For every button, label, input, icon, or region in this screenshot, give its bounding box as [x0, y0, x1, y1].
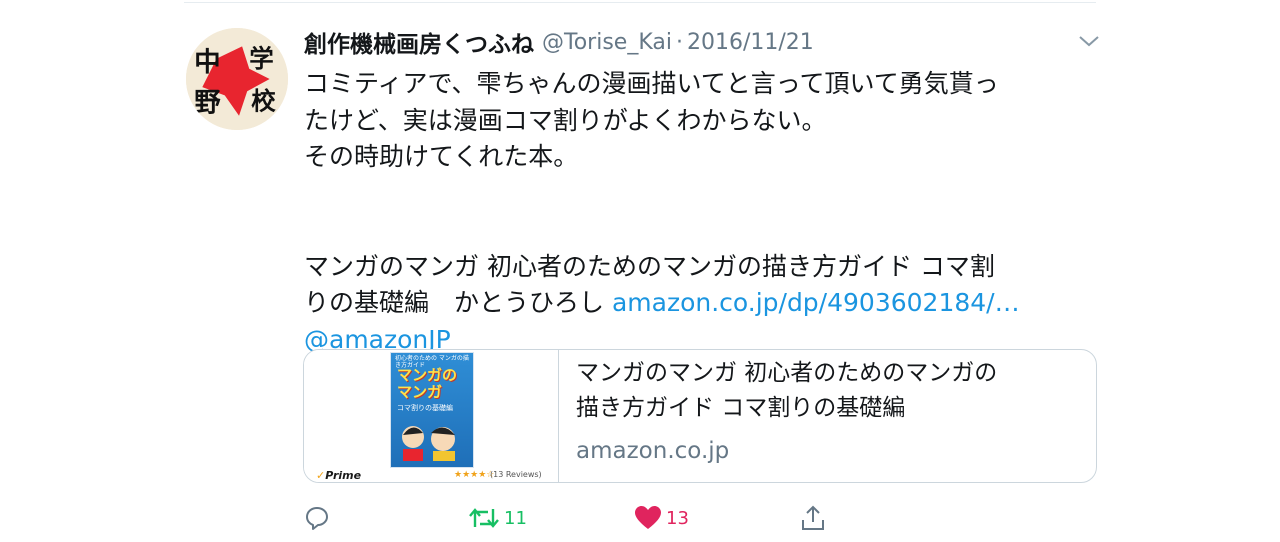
book-cover-subtitle: コマ割りの基礎編 — [397, 404, 453, 412]
card-title: マンガのマンガ 初心者のためのマンガの 描き方ガイド コマ割りの基礎編 — [576, 356, 1076, 426]
user-handle[interactable]: @Torise_Kai — [542, 30, 672, 55]
card-text: マンガのマンガ 初心者のためのマンガの 描き方ガイド コマ割りの基礎編 amaz… — [576, 356, 1076, 464]
heart-icon — [635, 506, 661, 529]
avatar-char-4: 校 — [251, 87, 276, 116]
book-cover-art — [402, 426, 455, 461]
avatar-char-3: 学 — [249, 44, 273, 73]
reply-icon — [306, 507, 328, 530]
body-book-line-2: りの基礎編 かとうひろし amazon.co.jp/dp/4903602184/… — [304, 285, 1094, 322]
retweet-icon — [469, 508, 499, 528]
avatar-char-1: 中 — [194, 47, 221, 78]
body-line-2: たけど、実は漫画コマ割りがよくわからない。 — [304, 105, 827, 135]
card-title-line-1: マンガのマンガ 初心者のためのマンガの — [576, 360, 998, 386]
display-name[interactable]: 創作機械画房くつふね — [304, 25, 534, 59]
top-divider — [184, 2, 1096, 3]
card-domain: amazon.co.jp — [576, 438, 730, 464]
like-button[interactable]: 13 — [634, 502, 689, 534]
prime-badge: ✓Prime — [316, 469, 361, 482]
book-cover-title: マンガの マンガ — [397, 367, 457, 401]
avatar-char-2: 野 — [194, 88, 221, 119]
amazon-link[interactable]: amazon.co.jp/dp/4903602184/… — [612, 288, 1020, 317]
review-count: (13 Reviews) — [490, 470, 542, 479]
body-line-1: コミティアで、雫ちゃんの漫画描いてと言って頂いて勇気貰っ — [304, 69, 999, 98]
card-title-line-2: 描き方ガイド コマ割りの基礎編 — [576, 395, 906, 421]
book-cover: 初心者のための マンガの描き方ガイド マンガの マンガ コマ割りの基礎編 — [390, 352, 474, 468]
card-image: 初心者のための マンガの描き方ガイド マンガの マンガ コマ割りの基礎編 ✓Pr… — [304, 350, 559, 482]
separator-dot: · — [675, 29, 683, 55]
body-book-line-1: マンガのマンガ 初心者のためのマンガの描き方ガイド コマ割 — [304, 251, 995, 281]
prime-check-icon: ✓ — [316, 469, 326, 482]
like-count: 13 — [666, 507, 689, 529]
body-line-3: その時助けてくれた本。 — [304, 142, 579, 171]
tweet-header: 創作機械画房くつふね @Torise_Kai · 2016/11/21 — [304, 22, 814, 62]
avatar[interactable]: 中 野 学 校 — [186, 28, 288, 130]
tweet-body: コミティアで、雫ちゃんの漫画描いてと言って頂いて勇気貰っ たけど、実は漫画コマ割… — [304, 66, 1094, 358]
share-icon — [802, 505, 824, 530]
avatar-image: 中 野 学 校 — [186, 28, 288, 130]
prime-label: Prime — [325, 469, 362, 482]
tweet-actions: 11 13 — [304, 502, 844, 534]
tweet-date[interactable]: 2016/11/21 — [687, 30, 814, 55]
book-cover-title-1: マンガの — [397, 366, 458, 384]
share-button[interactable] — [800, 502, 826, 534]
rating-stars: ★★★★☆ — [454, 470, 495, 480]
book-cover-title-2: マンガ — [397, 383, 443, 401]
link-card[interactable]: 初心者のための マンガの描き方ガイド マンガの マンガ コマ割りの基礎編 ✓Pr… — [303, 349, 1097, 483]
retweet-count: 11 — [504, 507, 527, 529]
retweet-button[interactable]: 11 — [468, 502, 527, 534]
chevron-down-icon[interactable] — [1078, 34, 1100, 48]
book-author-text: りの基礎編 かとうひろし — [304, 288, 612, 317]
reply-button[interactable] — [304, 502, 330, 534]
